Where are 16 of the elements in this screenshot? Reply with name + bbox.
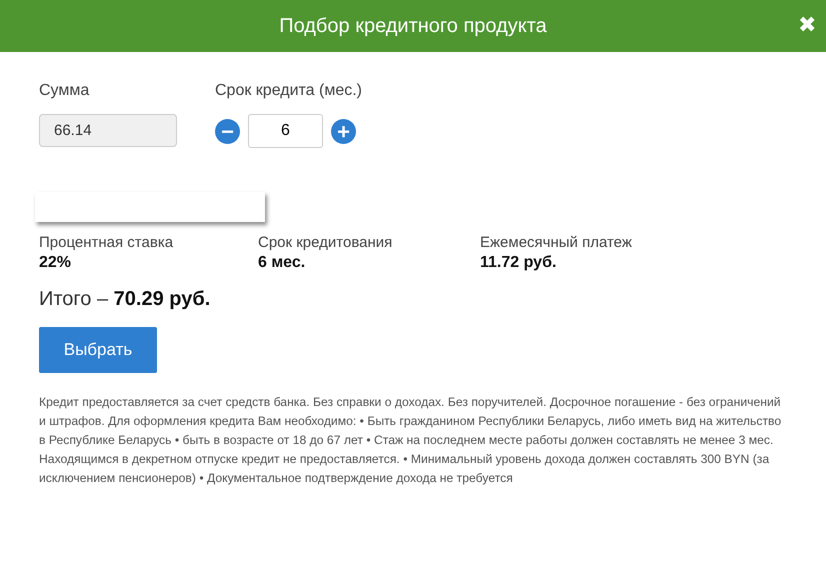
summary-value: 6 мес.: [258, 254, 306, 272]
increment-button[interactable]: +: [331, 118, 356, 144]
field-label: Срок кредита (мес.): [215, 82, 362, 100]
close-button[interactable]: ✖: [796, 12, 818, 38]
select-button[interactable]: Выбрать: [39, 327, 157, 373]
decrement-button[interactable]: −: [215, 118, 240, 144]
summary-label: Срок кредитования: [258, 234, 394, 251]
dialog-title: Подбор кредитного продукта: [279, 14, 547, 38]
summary-value: 22%: [39, 254, 72, 272]
summary-label: Процентная ставка: [39, 234, 174, 251]
term-field[interactable]: 6: [248, 114, 323, 148]
summary-value: 11.72 руб.: [480, 254, 558, 272]
summary-label: Ежемесячный платеж: [480, 234, 633, 251]
field-label: Сумма: [39, 82, 90, 100]
total-text: Итого – 70.29 руб.: [39, 288, 212, 311]
disclaimer-text: Кредит предоставляется за счет средств банка. Без справки о доходах. Без поручителей. Досрочное погашение - без ограничений и штрафов. Для оформления кредита Вам необходимо: • Быть гражданином Республики Беларусь, либо иметь вид на жительство в Республике Беларусь • быть в возрасте от 18 до 67 лет • Стаж на последнем месте работы должен составлять не менее 3 мес. Находящимся в декретном отпуске кредит не предоставляется. • Минимальный уровень дохода должен составлять 300 BYN (за исключением пенсионеров) • Документальное подтверждение дохода не требуется: [39, 394, 782, 487]
